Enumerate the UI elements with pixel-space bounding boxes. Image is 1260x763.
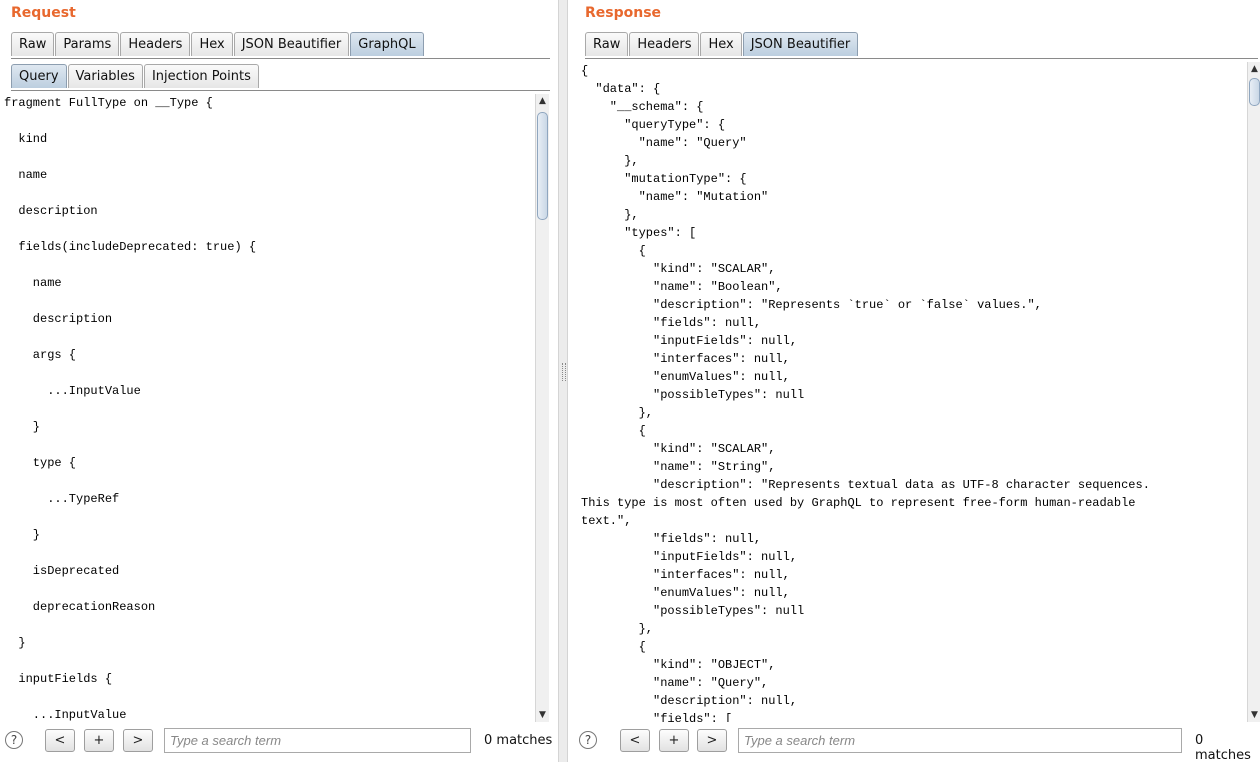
match-count: 0 matches — [484, 733, 553, 748]
subtab-query[interactable]: Query — [11, 64, 67, 88]
add-search-button[interactable]: + — [84, 729, 114, 752]
response-json-text[interactable]: { "data": { "__schema": { "queryType": {… — [577, 62, 1247, 722]
response-scrollbar[interactable]: ▲ ▼ — [1247, 62, 1260, 722]
tab-graphql[interactable]: GraphQL — [350, 32, 424, 56]
help-icon[interactable]: ? — [579, 731, 597, 749]
splitter-grip[interactable] — [562, 363, 566, 381]
request-query-editor[interactable]: fragment FullType on __Type { kind name … — [0, 94, 534, 722]
previous-match-button[interactable]: < — [620, 729, 650, 752]
request-query-text[interactable]: fragment FullType on __Type { kind name … — [0, 94, 534, 722]
tab-json-beautifier[interactable]: JSON Beautifier — [233, 32, 350, 56]
up-arrow-icon[interactable]: ▲ — [536, 94, 549, 108]
next-match-button[interactable]: > — [123, 729, 153, 752]
panel-splitter[interactable] — [558, 0, 568, 762]
request-scrollbar[interactable]: ▲ ▼ — [535, 94, 549, 722]
tab-hex[interactable]: Hex — [700, 32, 742, 56]
add-search-button[interactable]: + — [659, 729, 689, 752]
scrollbar-thumb[interactable] — [1249, 78, 1260, 106]
search-input[interactable] — [164, 728, 471, 753]
tab-raw[interactable]: Raw — [11, 32, 55, 56]
response-title: Response — [585, 5, 662, 21]
response-search-bar: ? < + > 0 matches — [568, 728, 1260, 763]
down-arrow-icon[interactable]: ▼ — [536, 708, 549, 722]
response-json-viewer[interactable]: { "data": { "__schema": { "queryType": {… — [577, 62, 1247, 722]
tab-hex[interactable]: Hex — [191, 32, 233, 56]
up-arrow-icon[interactable]: ▲ — [1248, 62, 1260, 76]
response-tabbar: Raw Headers Hex JSON Beautifier — [585, 31, 1258, 59]
tab-json-beautifier[interactable]: JSON Beautifier — [742, 32, 859, 56]
tab-headers[interactable]: Headers — [629, 32, 700, 56]
subtab-injection-points[interactable]: Injection Points — [143, 64, 259, 88]
previous-match-button[interactable]: < — [45, 729, 75, 752]
request-title: Request — [11, 5, 76, 21]
tab-raw[interactable]: Raw — [585, 32, 629, 56]
request-tabbar: Raw Params Headers Hex JSON Beautifier G… — [11, 31, 550, 59]
tab-headers[interactable]: Headers — [120, 32, 191, 56]
request-search-bar: ? < + > 0 matches — [0, 728, 558, 754]
help-icon[interactable]: ? — [5, 731, 23, 749]
request-panel: Request Raw Params Headers Hex JSON Beau… — [0, 0, 558, 762]
tab-params[interactable]: Params — [55, 32, 120, 56]
subtab-variables[interactable]: Variables — [67, 64, 143, 88]
scrollbar-thumb[interactable] — [537, 112, 548, 220]
match-count: 0 matches — [1195, 733, 1251, 763]
search-input[interactable] — [738, 728, 1182, 753]
response-panel: Response Raw Headers Hex JSON Beautifier… — [568, 0, 1260, 763]
next-match-button[interactable]: > — [697, 729, 727, 752]
down-arrow-icon[interactable]: ▼ — [1248, 708, 1260, 722]
request-subtabbar: Query Variables Injection Points — [11, 63, 550, 91]
